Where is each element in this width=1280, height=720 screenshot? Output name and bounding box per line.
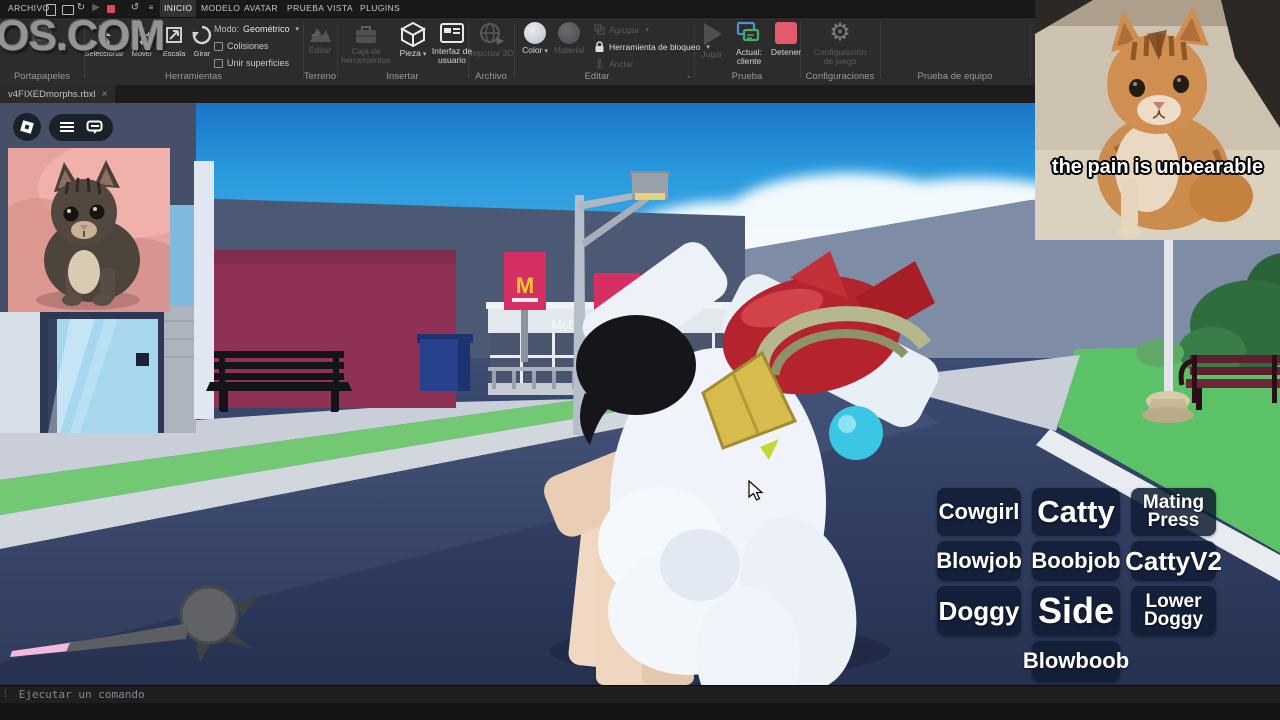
color-button[interactable]: Color▾ xyxy=(517,22,553,56)
configuracion-juego-button[interactable]: ⚙ Configuración de juego xyxy=(812,20,868,67)
group-label-configuraciones: Configuraciones xyxy=(800,71,880,82)
menu-tab-modelo[interactable]: MODELO xyxy=(197,0,244,17)
command-input[interactable] xyxy=(17,687,521,702)
menu-tab-vista[interactable]: VISTA xyxy=(323,0,357,17)
door-handle xyxy=(136,353,149,366)
scale-icon xyxy=(164,24,184,46)
ribbon-group-configuraciones: ⚙ Configuración de juego Configuraciones xyxy=(800,18,880,85)
ui-panel-icon xyxy=(439,21,465,45)
morph-button-doggy[interactable]: Doggy xyxy=(937,586,1021,636)
morph-buttons-panel: Cowgirl Catty Mating Press Blowjob Boobj… xyxy=(937,488,1216,682)
kitten-meme-overlay: the pain is unbearable xyxy=(1035,0,1280,240)
menu-tab-prueba[interactable]: PRUEBA xyxy=(283,0,328,17)
morph-button-mating-press[interactable]: Mating Press xyxy=(1131,488,1216,536)
material-button[interactable]: Material xyxy=(551,22,587,55)
meme-kitten-image xyxy=(1035,0,1280,240)
menu-tab-plugins[interactable]: PLUGINS xyxy=(356,0,404,17)
morph-button-blowboob[interactable]: Blowboob xyxy=(1032,641,1120,682)
morph-button-lower-doggy[interactable]: Lower Doggy xyxy=(1131,586,1216,636)
rotate-icon xyxy=(191,24,213,46)
roblox-logo-icon xyxy=(19,119,35,135)
lit-wall-corner xyxy=(194,161,214,419)
stop-icon xyxy=(773,20,799,46)
group-label-terreno: Terreno xyxy=(303,71,337,82)
actual-cliente-button[interactable]: Actual:cliente xyxy=(730,20,768,67)
checkbox-box xyxy=(214,59,223,68)
left-building xyxy=(0,306,196,433)
morph-button-boobjob[interactable]: Boobjob xyxy=(1032,541,1120,581)
detener-button[interactable]: Detener xyxy=(768,20,804,57)
tab-v4fixedmorphs[interactable]: v4FIXEDmorphs.rbxl × xyxy=(0,85,115,103)
terrain-edit-button[interactable]: Editar xyxy=(300,22,340,55)
kitten-webcam-overlay xyxy=(8,148,170,312)
group-label-herramientas: Herramientas xyxy=(84,71,303,82)
blue-dumpster xyxy=(417,334,473,391)
jugar-button[interactable]: Jugar xyxy=(694,20,730,59)
left-window-glass xyxy=(170,205,196,317)
herramienta-bloqueo-button[interactable]: Herramienta de bloqueo▾ xyxy=(594,41,710,53)
roblox-menu-button[interactable] xyxy=(13,113,41,141)
toolbox-button[interactable]: Caja de herramientas xyxy=(341,21,391,66)
cyan-ball xyxy=(829,406,883,460)
ribbon-group-prueba: Jugar Actual:cliente Detener Prueba xyxy=(694,18,800,85)
golden-arches-m: M xyxy=(516,273,534,298)
status-bar xyxy=(0,703,1280,720)
mode-dropdown[interactable]: Modo: Geométrico ▾ xyxy=(214,24,299,34)
meme-caption: the pain is unbearable xyxy=(1035,156,1280,179)
ribbon-group-prueba-equipo: Prueba de equipo xyxy=(880,18,1030,85)
menu-tab-avatar[interactable]: AVATAR xyxy=(240,0,282,17)
ribbon-group-insertar: Caja de herramientas Pieza▾ Interfaz de … xyxy=(337,18,468,85)
tab-close-icon[interactable]: × xyxy=(102,89,108,100)
ribbon-group-terreno: Editar Terreno xyxy=(303,18,337,85)
part-cube-icon xyxy=(400,21,426,47)
toolbox-icon xyxy=(353,21,379,45)
morph-button-catty[interactable]: Catty xyxy=(1032,488,1120,536)
chat-bubble-icon[interactable] xyxy=(86,120,103,135)
gear-icon: ⚙ xyxy=(829,20,851,46)
ribbon-group-archivo: Importar 3D Archivo xyxy=(468,18,514,85)
color-wheel-icon xyxy=(524,22,546,44)
play-big-icon xyxy=(699,20,725,48)
command-bar: ⁞ xyxy=(0,685,1280,703)
collapse-group-icon[interactable]: ⌃ xyxy=(686,75,692,83)
group-label-archivo: Archivo xyxy=(468,71,514,82)
morph-button-blowjob[interactable]: Blowjob xyxy=(937,541,1021,581)
morph-button-side[interactable]: Side xyxy=(1032,586,1120,636)
anclar-button[interactable]: Anclar xyxy=(594,58,633,70)
lock-icon xyxy=(594,41,605,53)
client-sync-icon xyxy=(736,20,762,46)
topbar-pill xyxy=(49,114,113,141)
mouse-cursor xyxy=(748,480,766,507)
anchor-icon xyxy=(594,58,605,70)
roblox-ingame-topbar xyxy=(13,113,113,141)
group-label-editar: Editar xyxy=(514,71,680,82)
group-label-prueba: Prueba xyxy=(694,71,800,82)
checkbox-colisiones[interactable]: Colisiones xyxy=(214,41,269,51)
hamburger-menu-icon[interactable] xyxy=(59,121,75,133)
agrupar-button[interactable]: Agrupar▾ xyxy=(594,24,649,35)
ribbon-group-editar: Color▾ Material Agrupar▾ Herramienta de … xyxy=(514,18,694,85)
globe-icon xyxy=(478,21,504,47)
checkbox-unir-superficies[interactable]: Unir superficies xyxy=(214,58,289,68)
group-objects-icon xyxy=(594,24,605,35)
group-label-portapapeles: Portapapeles xyxy=(0,71,84,82)
menu-tab-inicio[interactable]: INICIO xyxy=(160,0,196,17)
importar-3d-button[interactable]: Importar 3D xyxy=(468,21,514,58)
grip-icon: ⁞ xyxy=(4,689,7,700)
pieza-button[interactable]: Pieza▾ xyxy=(395,21,431,59)
morph-button-cowgirl[interactable]: Cowgirl xyxy=(937,488,1021,536)
material-sphere-icon xyxy=(558,22,580,44)
roblox-studio-window: ARCHIVO ↻ ▶ ↺ ≡ INICIO MODELO AVATAR PRU… xyxy=(0,0,1280,720)
checkbox-box xyxy=(214,42,223,51)
group-label-prueba-equipo: Prueba de equipo xyxy=(880,71,1030,82)
watermark-text: OS.COM xyxy=(0,12,164,61)
group-label-insertar: Insertar xyxy=(337,71,468,82)
morph-button-cattyv2[interactable]: CattyV2 xyxy=(1131,541,1216,581)
terrain-icon xyxy=(308,22,332,44)
